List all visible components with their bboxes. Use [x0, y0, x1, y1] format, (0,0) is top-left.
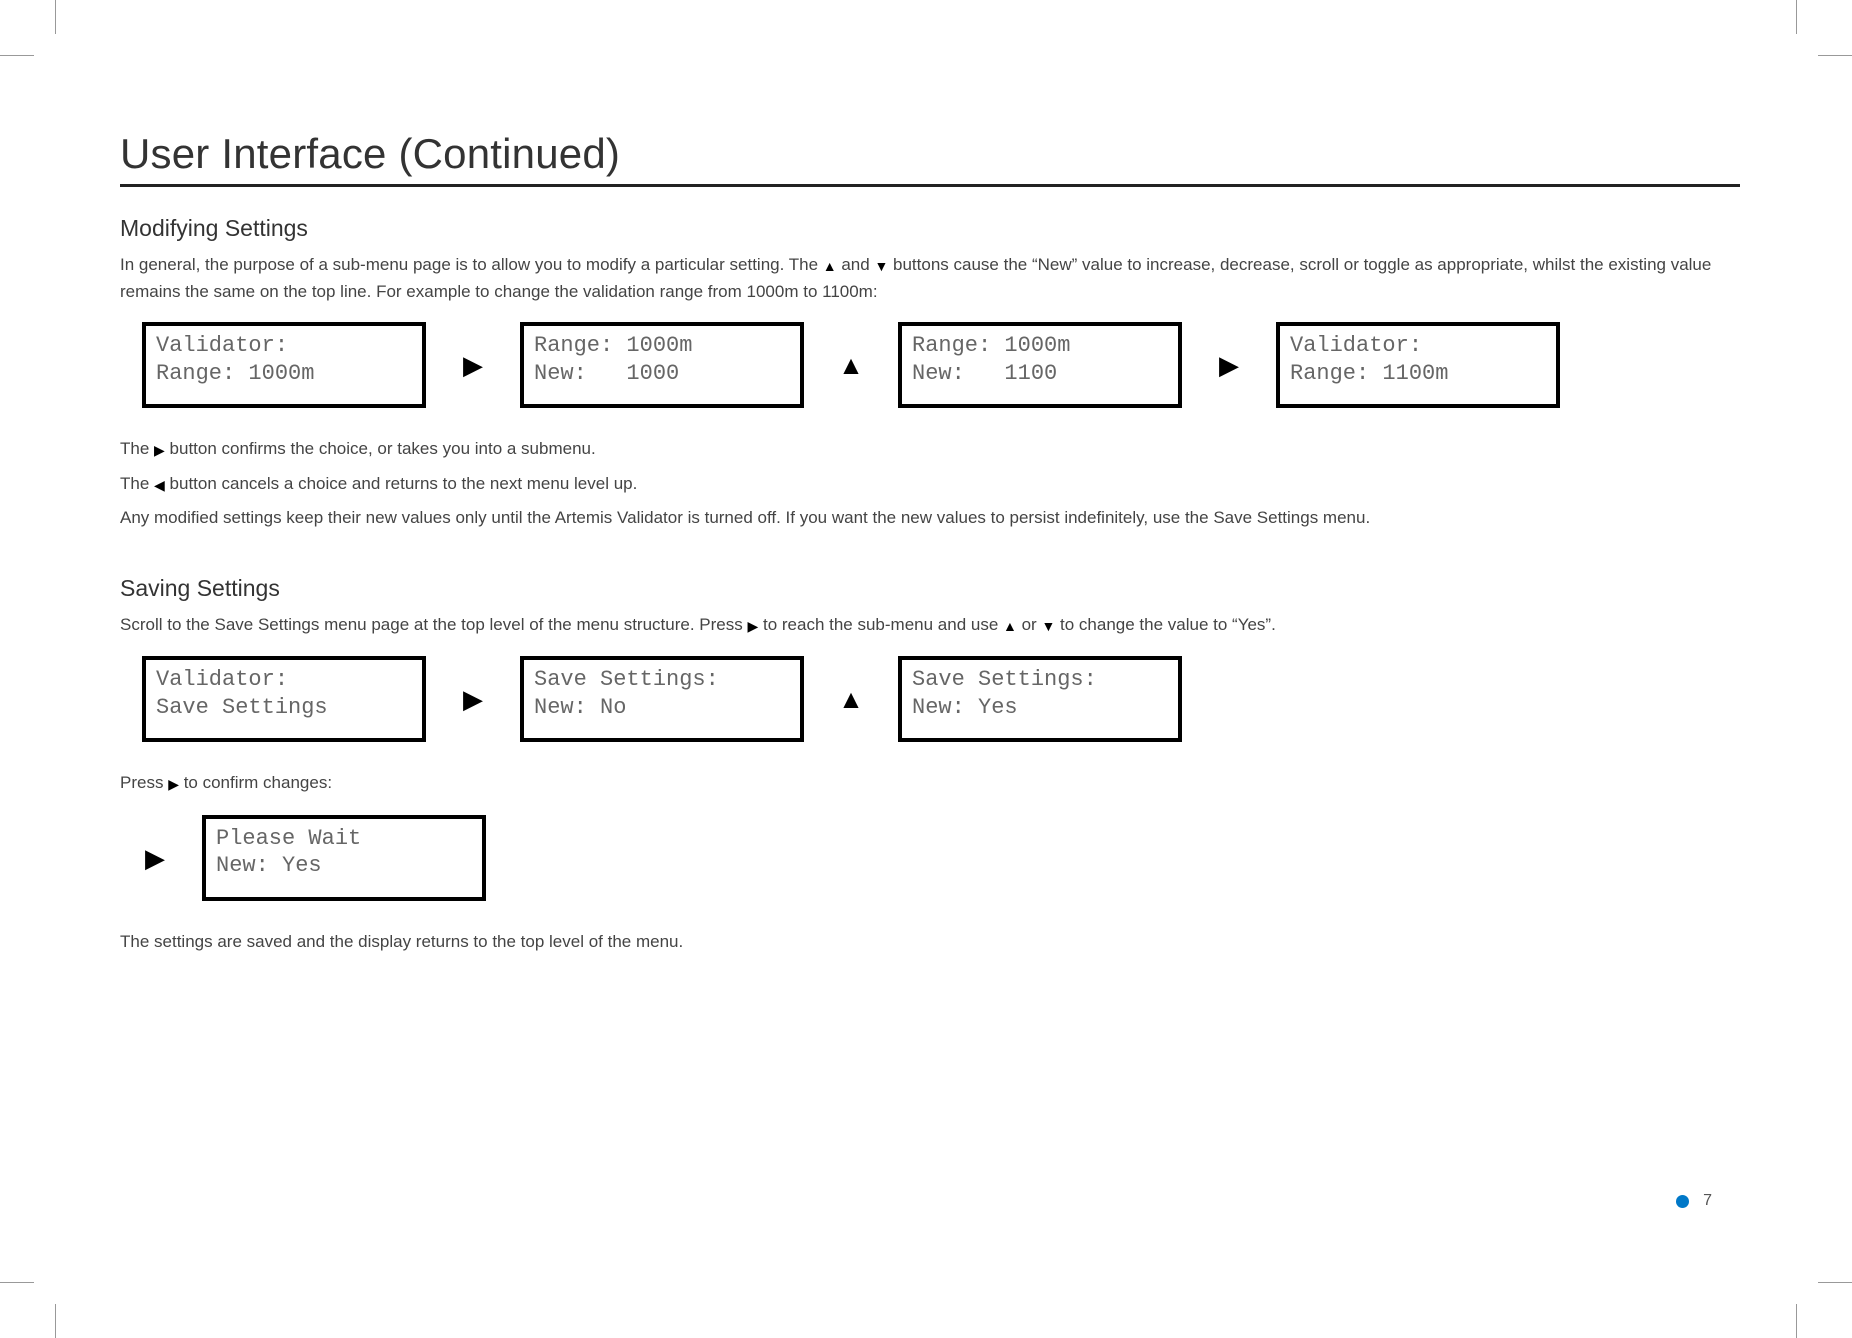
paragraph-saving: Scroll to the Save Settings menu page at…: [120, 612, 1740, 639]
lcd-screen: Validator: Range: 1100m: [1276, 322, 1560, 408]
page-footer: 7: [1676, 1192, 1712, 1210]
lcd-sequence-confirm: Please Wait New: Yes: [142, 815, 1740, 901]
page-number: 7: [1703, 1192, 1712, 1210]
lcd-line: Please Wait: [216, 825, 472, 853]
heading-modifying-settings: Modifying Settings: [120, 215, 1740, 242]
lcd-line: Validator:: [156, 332, 412, 360]
title-rule: [120, 184, 1740, 187]
triangle-up-icon: [1003, 613, 1017, 639]
triangle-down-icon: [874, 253, 888, 279]
lcd-screen: Validator: Save Settings: [142, 656, 426, 742]
text: In general, the purpose of a sub-menu pa…: [120, 255, 823, 274]
lcd-sequence-saving: Validator: Save Settings Save Settings: …: [142, 656, 1740, 742]
text: button cancels a choice and returns to t…: [165, 474, 638, 493]
triangle-right-icon: [168, 771, 179, 797]
text: The: [120, 439, 154, 458]
lcd-line: Range: 1100m: [1290, 360, 1546, 388]
note-right-confirms: The button confirms the choice, or takes…: [120, 436, 1740, 463]
triangle-up-icon: [823, 253, 837, 279]
lcd-line: Validator:: [1290, 332, 1546, 360]
footer-dot-icon: [1676, 1195, 1689, 1208]
lcd-line: New: 1100: [912, 360, 1168, 388]
lcd-line: Range: 1000m: [912, 332, 1168, 360]
lcd-screen: Save Settings: New: Yes: [898, 656, 1182, 742]
lcd-line: New: No: [534, 694, 790, 722]
note-persist: Any modified settings keep their new val…: [120, 505, 1740, 531]
triangle-right-icon: [460, 352, 486, 378]
heading-saving-settings: Saving Settings: [120, 575, 1740, 602]
lcd-sequence-modifying: Validator: Range: 1000m Range: 1000m New…: [142, 322, 1740, 408]
lcd-line: Range: 1000m: [156, 360, 412, 388]
text: Scroll to the Save Settings menu page at…: [120, 615, 747, 634]
page-content: User Interface (Continued) Modifying Set…: [120, 130, 1740, 962]
lcd-line: Save Settings:: [534, 666, 790, 694]
lcd-line: Save Settings: [156, 694, 412, 722]
triangle-down-icon: [1041, 613, 1055, 639]
note-left-cancels: The button cancels a choice and returns …: [120, 471, 1740, 498]
page-title: User Interface (Continued): [120, 130, 1740, 178]
text: to confirm changes:: [179, 773, 332, 792]
triangle-right-icon: [747, 613, 758, 639]
closing-sentence: The settings are saved and the display r…: [120, 929, 1740, 955]
lcd-screen: Please Wait New: Yes: [202, 815, 486, 901]
text: The: [120, 474, 154, 493]
press-to-confirm: Press to confirm changes:: [120, 770, 1740, 797]
lcd-screen: Range: 1000m New: 1000: [520, 322, 804, 408]
triangle-up-icon: [838, 352, 864, 378]
text: to reach the sub-menu and use: [758, 615, 1003, 634]
triangle-right-icon: [142, 845, 168, 871]
text: button confirms the choice, or takes you…: [165, 439, 596, 458]
text: or: [1017, 615, 1042, 634]
triangle-right-icon: [154, 437, 165, 463]
triangle-right-icon: [460, 686, 486, 712]
lcd-screen: Validator: Range: 1000m: [142, 322, 426, 408]
lcd-line: New: Yes: [216, 852, 472, 880]
text: Press: [120, 773, 168, 792]
lcd-line: Validator:: [156, 666, 412, 694]
lcd-screen: Range: 1000m New: 1100: [898, 322, 1182, 408]
triangle-up-icon: [838, 686, 864, 712]
text: to change the value to “Yes”.: [1055, 615, 1276, 634]
lcd-line: New: 1000: [534, 360, 790, 388]
triangle-right-icon: [1216, 352, 1242, 378]
triangle-left-icon: [154, 472, 165, 498]
text: and: [837, 255, 875, 274]
paragraph-modifying: In general, the purpose of a sub-menu pa…: [120, 252, 1740, 304]
lcd-line: New: Yes: [912, 694, 1168, 722]
lcd-screen: Save Settings: New: No: [520, 656, 804, 742]
lcd-line: Save Settings:: [912, 666, 1168, 694]
lcd-line: Range: 1000m: [534, 332, 790, 360]
